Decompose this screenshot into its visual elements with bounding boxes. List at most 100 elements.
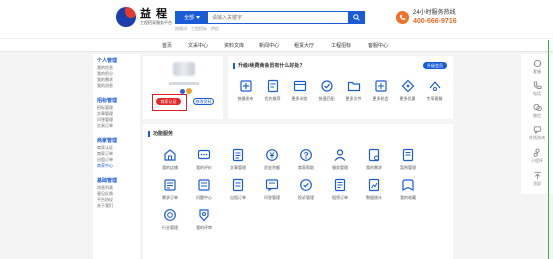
service-item[interactable]: 问答管理: [255, 178, 289, 201]
money-icon: [266, 149, 278, 161]
search-input[interactable]: [208, 12, 348, 23]
service-item[interactable]: 资金余额: [255, 148, 289, 171]
service-item[interactable]: 投诉管理: [289, 178, 323, 201]
upgrade-heading: 升级/续费商会员有什么好处?: [233, 62, 302, 69]
hot-word-link[interactable]: 供应: [211, 26, 219, 32]
services-heading: 功能服务: [148, 130, 173, 137]
benefit-item[interactable]: 快速匹配: [316, 79, 337, 102]
benefit-label: 优先推荐: [264, 96, 281, 101]
comment-icon: [197, 149, 211, 160]
sidebar-item-active[interactable]: 商家中心: [97, 163, 140, 169]
merchant-certify-button[interactable]: 商家认证: [156, 98, 181, 105]
search-button[interactable]: [348, 12, 364, 23]
logo-name: 益 程: [140, 8, 169, 20]
service-label: 需求订单: [162, 195, 178, 200]
hot-word-link[interactable]: 工程招标: [191, 26, 207, 32]
nav-item-home[interactable]: 首页: [162, 42, 172, 49]
service-label: 文章管理: [230, 165, 246, 170]
phone-icon: [533, 81, 542, 90]
sidebar-item[interactable]: 我的消息: [97, 83, 140, 89]
benefit-label: 快捷发布: [237, 96, 254, 101]
service-item[interactable]: 出租订单: [221, 178, 255, 201]
sidebar-group-personal: 个人管理 我的信息 我的积分 我的需求 我的消息: [97, 58, 140, 89]
folder-icon: [347, 81, 360, 92]
opportunity-icon: [374, 80, 387, 92]
site-logo[interactable]: 益 程 工程招采服务平台: [116, 7, 172, 27]
benefit-label: 更多机会: [372, 96, 389, 101]
sidebar-group-merchant: 商家管理 商家认证 商家订单 出租订单 商家中心: [97, 138, 140, 169]
nav-item-lease[interactable]: 租赁大厅: [294, 42, 314, 49]
benefit-item[interactable]: 更多优惠: [397, 79, 418, 102]
service-item[interactable]: 问题中心: [187, 178, 221, 201]
float-toolbar-label: 电话: [533, 91, 541, 96]
search-type-select[interactable]: 全部: [176, 12, 208, 23]
sidebar-group-title: 招标管理: [97, 98, 118, 104]
sidebar-group-title: 商家管理: [97, 138, 118, 144]
upgrade-card: 升级/续费商会员有什么好处? 升级会员 快捷发布 优先推荐 更多浏览 快速匹配 更多文件…: [228, 56, 453, 119]
favorite-icon: [402, 179, 414, 191]
hotline: 24小时服务热线 400-666-9716: [396, 9, 457, 26]
quick-publish-icon: [239, 80, 252, 92]
hotline-label: 24小时服务热线: [413, 10, 456, 16]
benefit-label: 快速匹配: [318, 96, 335, 101]
headset-icon: [533, 59, 541, 68]
services-title: 功能服务: [153, 131, 174, 137]
service-item[interactable]: 我的店铺: [153, 148, 187, 171]
nav-item-news[interactable]: 新闻中心: [259, 42, 279, 49]
service-item[interactable]: 数据统计: [357, 178, 391, 201]
service-icon: [429, 81, 440, 91]
nav-item-culture[interactable]: 文采中心: [188, 42, 208, 49]
service-item[interactable]: 文章管理: [221, 148, 255, 171]
chevron-down-icon: [196, 16, 200, 19]
lease-icon: [334, 178, 346, 192]
edit-profile-button[interactable]: 修改资料: [193, 98, 214, 105]
float-toolbar-label: 小程序: [531, 158, 543, 163]
demand-icon: [368, 148, 380, 162]
service-item[interactable]: 案例管理: [391, 148, 425, 171]
float-toolbar-label: 顶部: [533, 181, 541, 186]
upgrade-member-button[interactable]: 升级会员: [423, 62, 447, 69]
benefit-item[interactable]: 更多浏览: [289, 79, 310, 102]
logo-mark-icon: [116, 7, 136, 27]
help-icon: [300, 149, 312, 161]
service-item[interactable]: 我的评价: [187, 148, 221, 171]
sidebar: 个人管理 我的信息 我的积分 我的需求 我的消息 招标管理 招标管理 文章管理 …: [93, 54, 140, 259]
service-item[interactable]: 我的收藏: [391, 178, 425, 201]
nav-item-library[interactable]: 资料文库: [224, 42, 244, 49]
service-label: 案例管理: [400, 165, 416, 170]
service-item[interactable]: 商家帮助: [289, 148, 323, 171]
service-item[interactable]: 租赁订单: [323, 178, 357, 201]
service-item[interactable]: 服务管理: [323, 148, 357, 171]
service-item[interactable]: 需求订单: [153, 178, 187, 201]
scrollbar[interactable]: [548, 40, 549, 259]
service-label: 数据统计: [366, 195, 382, 200]
recommend-icon: [267, 79, 278, 93]
main-nav: 首页 文采中心 资料文库 新闻中心 租赁大厅 工程招标 客服中心: [0, 38, 553, 52]
chat-icon: [533, 126, 541, 134]
order-icon: [164, 179, 176, 191]
benefit-item[interactable]: 优先推荐: [262, 79, 283, 102]
complaint-icon: [300, 179, 312, 191]
service-label: 我的需求: [366, 165, 382, 170]
service-item[interactable]: 我的需求: [357, 148, 391, 171]
nav-item-service[interactable]: 客服中心: [368, 42, 388, 49]
service-item[interactable]: 我的评审: [187, 208, 221, 231]
service-item[interactable]: 行业管理: [153, 208, 187, 231]
sidebar-item[interactable]: 关于我们: [97, 203, 140, 209]
benefit-item[interactable]: 更多文件: [343, 79, 364, 102]
search-icon: [352, 14, 360, 21]
benefit-item[interactable]: 更多机会: [370, 79, 391, 102]
services-grid: 我的店铺 我的评价 文章管理 资金余额 商家帮助 服务管理 我的需求 案例管理需求订单 问题中心…: [153, 148, 425, 231]
sidebar-item[interactable]: 交易订单: [97, 123, 140, 129]
sidebar-group-title: 基础管理: [97, 178, 118, 184]
avatar[interactable]: [173, 62, 195, 76]
benefit-item[interactable]: 快捷发布: [235, 79, 256, 102]
benefit-label: 更多优惠: [399, 96, 416, 101]
nav-item-tender[interactable]: 工程招标: [331, 42, 351, 49]
tag-icon: [401, 79, 414, 93]
sidebar-group-basic: 基础管理 消息列表 意见反馈 平台协议 关于我们: [97, 178, 140, 209]
benefit-item[interactable]: 专享客服: [424, 79, 445, 102]
article-icon: [232, 148, 244, 162]
profile-card: 商家认证 修改资料: [143, 56, 223, 119]
wechat-icon: [532, 103, 542, 112]
